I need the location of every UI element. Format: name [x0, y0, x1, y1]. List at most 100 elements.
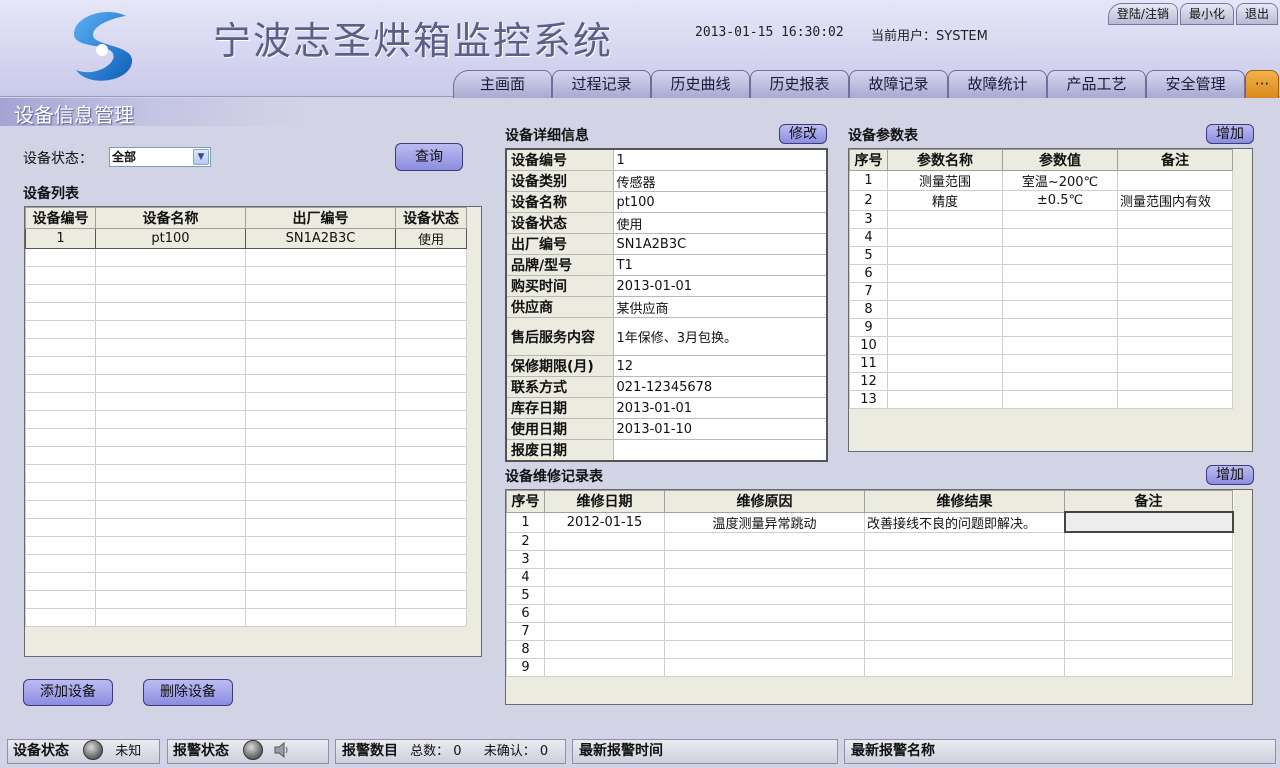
repair-index-cell[interactable]: 2	[506, 531, 545, 551]
add-param-button[interactable]: 增加	[1206, 124, 1254, 144]
param-name-cell[interactable]	[887, 318, 1003, 337]
param-name-cell[interactable]: 精度	[887, 190, 1003, 211]
device-status-cell[interactable]	[395, 518, 467, 537]
tab-process-records[interactable]: 过程记录	[552, 70, 651, 98]
device-status-cell[interactable]	[395, 320, 467, 339]
table-row[interactable]: 7	[506, 621, 1233, 641]
repair-remark-cell[interactable]	[1064, 603, 1233, 623]
device-status-cell[interactable]	[395, 590, 467, 609]
query-button[interactable]: 查询	[395, 143, 463, 171]
table-row[interactable]: 1 测量范围 室温~200℃	[849, 170, 1233, 191]
repair-remark-cell[interactable]	[1064, 621, 1233, 641]
repair-reason-cell[interactable]	[664, 567, 865, 587]
table-row[interactable]: 9	[849, 318, 1233, 337]
login-logout-button[interactable]: 登陆/注销	[1107, 3, 1178, 25]
device-status-cell[interactable]: 使用	[395, 228, 467, 249]
table-row[interactable]: 1 pt100 SN1A2B3C 使用	[25, 228, 467, 249]
device-name-cell[interactable]	[95, 572, 246, 591]
param-remark-cell[interactable]	[1117, 318, 1233, 337]
serial-number-cell[interactable]	[245, 554, 396, 573]
param-value-cell[interactable]	[1002, 282, 1118, 301]
repair-index-cell[interactable]: 9	[506, 657, 545, 677]
serial-number-cell[interactable]	[245, 284, 396, 303]
serial-number-cell[interactable]: SN1A2B3C	[245, 228, 396, 249]
table-row[interactable]: 12	[849, 372, 1233, 391]
param-value-cell[interactable]	[1002, 246, 1118, 265]
device-id-cell[interactable]	[25, 500, 96, 519]
device-name-cell[interactable]	[95, 536, 246, 555]
device-name-cell[interactable]	[95, 338, 246, 357]
repair-index-cell[interactable]: 5	[506, 585, 545, 605]
repair-remark-cell[interactable]	[1064, 639, 1233, 659]
table-row[interactable]: 6	[849, 264, 1233, 283]
param-remark-cell[interactable]: 测量范围内有效	[1117, 190, 1233, 211]
repair-index-cell[interactable]: 8	[506, 639, 545, 659]
device-name-cell[interactable]	[95, 482, 246, 501]
add-device-button[interactable]: 添加设备	[23, 679, 113, 706]
param-index-cell[interactable]: 10	[849, 336, 888, 355]
serial-number-cell[interactable]	[245, 248, 396, 267]
param-index-cell[interactable]: 5	[849, 246, 888, 265]
param-remark-cell[interactable]	[1117, 282, 1233, 301]
serial-number-cell[interactable]	[245, 428, 396, 447]
device-id-cell[interactable]	[25, 338, 96, 357]
repair-date-cell[interactable]: 2012-01-15	[544, 511, 665, 533]
device-name-cell[interactable]	[95, 320, 246, 339]
param-index-cell[interactable]: 8	[849, 300, 888, 319]
serial-number-cell[interactable]	[245, 464, 396, 483]
device-id-cell[interactable]	[25, 518, 96, 537]
param-index-cell[interactable]: 11	[849, 354, 888, 373]
repair-date-cell[interactable]	[544, 657, 665, 677]
param-value-cell[interactable]	[1002, 300, 1118, 319]
repair-remark-cell[interactable]	[1064, 567, 1233, 587]
serial-number-cell[interactable]	[245, 518, 396, 537]
col-repair-reason[interactable]: 维修原因	[664, 490, 865, 513]
tab-history-reports[interactable]: 历史报表	[750, 70, 849, 98]
table-row[interactable]	[25, 338, 467, 357]
table-row[interactable]: 10	[849, 336, 1233, 355]
repair-reason-cell[interactable]	[664, 657, 865, 677]
param-name-cell[interactable]	[887, 246, 1003, 265]
col-device-status[interactable]: 设备状态	[395, 207, 467, 229]
speaker-icon[interactable]	[273, 741, 291, 759]
param-remark-cell[interactable]	[1117, 354, 1233, 373]
serial-number-cell[interactable]	[245, 536, 396, 555]
param-remark-cell[interactable]	[1117, 264, 1233, 283]
device-id-cell[interactable]	[25, 464, 96, 483]
device-status-cell[interactable]	[395, 464, 467, 483]
param-index-cell[interactable]: 6	[849, 264, 888, 283]
repair-date-cell[interactable]	[544, 621, 665, 641]
repair-remark-cell[interactable]	[1064, 549, 1233, 569]
table-row[interactable]	[25, 410, 467, 429]
col-param-value[interactable]: 参数值	[1002, 149, 1118, 171]
col-repair-result[interactable]: 维修结果	[864, 490, 1065, 513]
repair-remark-cell[interactable]	[1064, 657, 1233, 677]
device-status-cell[interactable]	[395, 356, 467, 375]
table-row[interactable]: 13	[849, 390, 1233, 409]
delete-device-button[interactable]: 删除设备	[143, 679, 233, 706]
repair-remark-cell[interactable]	[1064, 585, 1233, 605]
repair-date-cell[interactable]	[544, 603, 665, 623]
table-row[interactable]	[25, 428, 467, 447]
add-repair-button[interactable]: 增加	[1206, 465, 1254, 485]
device-id-cell[interactable]	[25, 374, 96, 393]
device-status-cell[interactable]	[395, 482, 467, 501]
device-id-cell[interactable]: 1	[25, 228, 96, 249]
device-name-cell[interactable]	[95, 518, 246, 537]
repair-index-cell[interactable]: 4	[506, 567, 545, 587]
device-status-cell[interactable]	[395, 428, 467, 447]
device-status-cell[interactable]	[395, 302, 467, 321]
param-value-cell[interactable]	[1002, 372, 1118, 391]
device-name-cell[interactable]	[95, 464, 246, 483]
param-index-cell[interactable]: 1	[849, 170, 888, 191]
table-row[interactable]	[25, 536, 467, 555]
device-name-cell[interactable]	[95, 392, 246, 411]
repair-reason-cell[interactable]	[664, 603, 865, 623]
repair-index-cell[interactable]: 3	[506, 549, 545, 569]
device-name-cell[interactable]	[95, 356, 246, 375]
device-id-cell[interactable]	[25, 590, 96, 609]
device-status-cell[interactable]	[395, 266, 467, 285]
serial-number-cell[interactable]	[245, 338, 396, 357]
tab-fault-records[interactable]: 故障记录	[849, 70, 948, 98]
param-remark-cell[interactable]	[1117, 170, 1233, 191]
